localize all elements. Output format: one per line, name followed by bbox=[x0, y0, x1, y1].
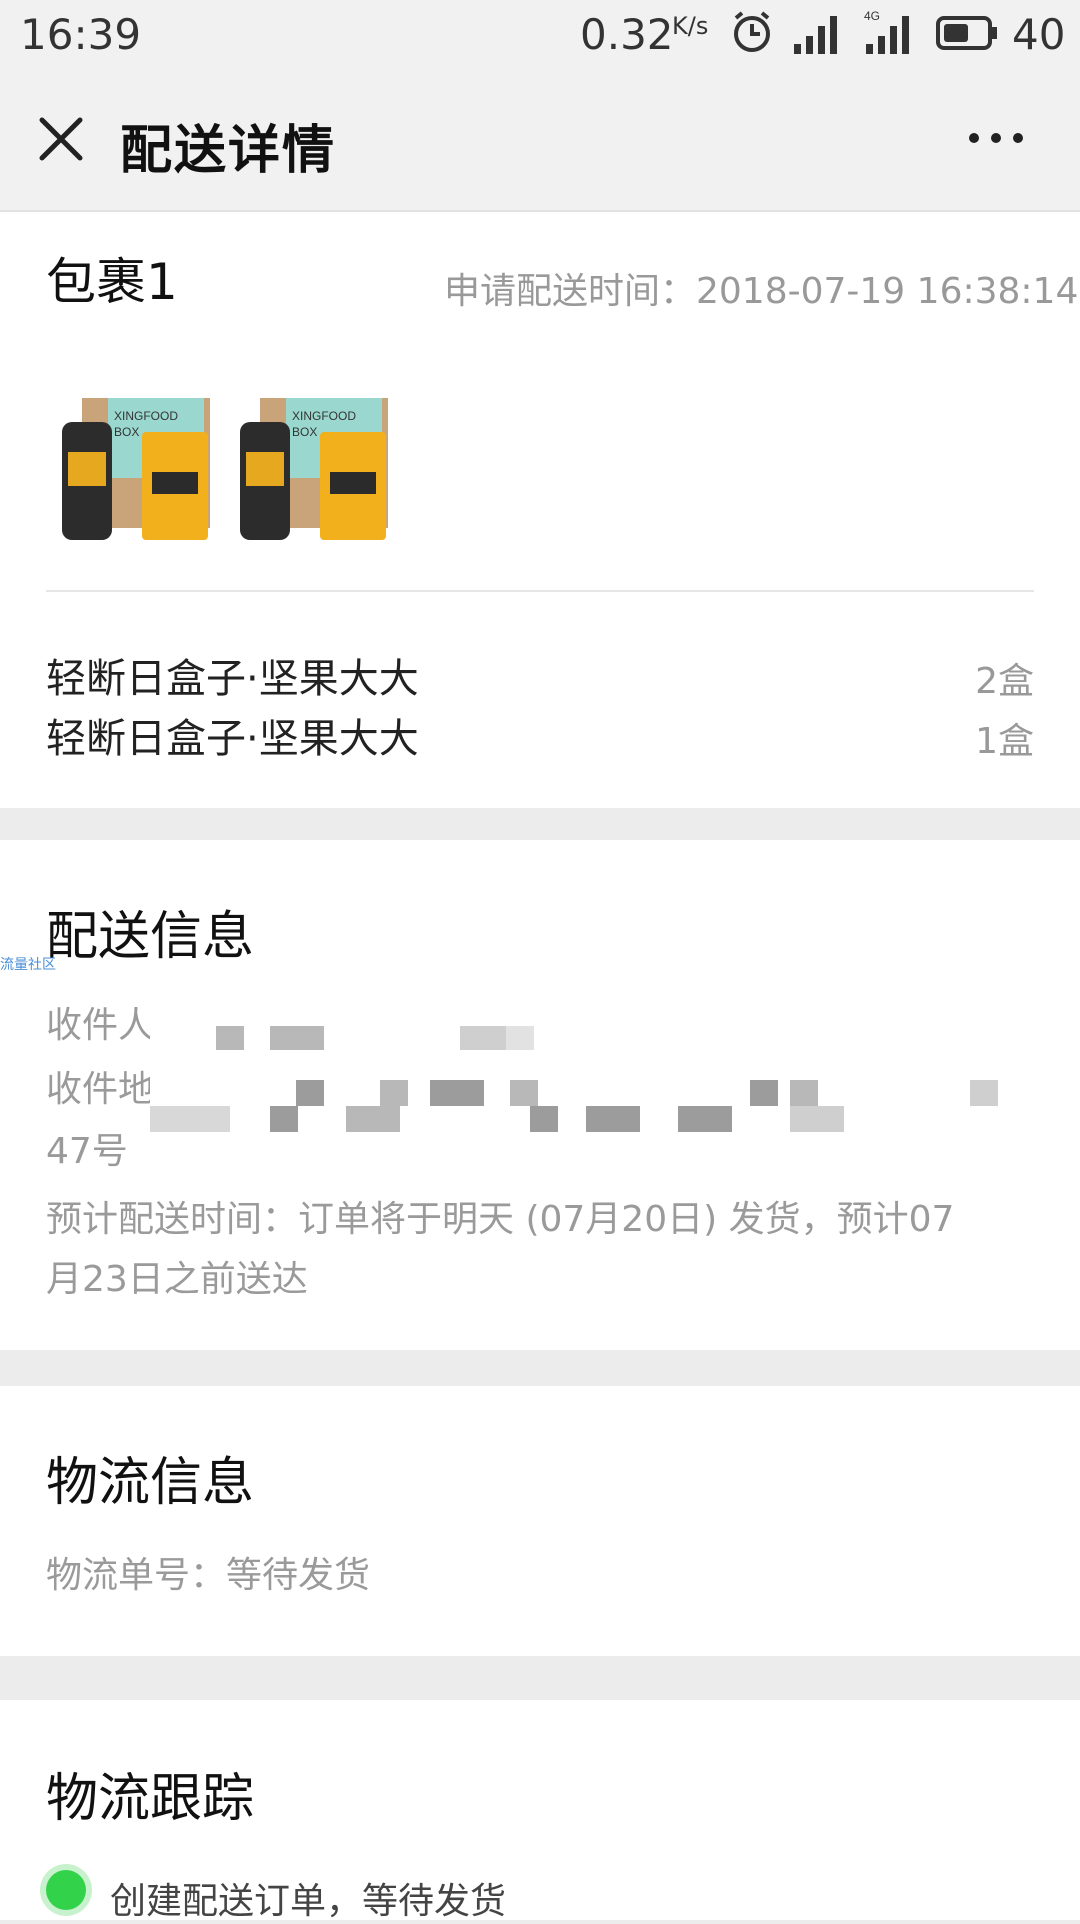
svg-text:BOX: BOX bbox=[114, 425, 139, 439]
item-quantity: 1盒 bbox=[975, 721, 1034, 762]
page-title: 配送详情 bbox=[120, 121, 337, 181]
item-name: 轻断日盒子·坚果大大 bbox=[46, 656, 419, 702]
item-name: 轻断日盒子·坚果大大 bbox=[46, 716, 419, 762]
product-image[interactable]: XINGFOOD BOX bbox=[56, 392, 224, 544]
4g-signal-icon: 4G bbox=[864, 10, 909, 54]
svg-text:BOX: BOX bbox=[292, 425, 317, 439]
svg-text:XINGFOOD: XINGFOOD bbox=[114, 409, 178, 423]
logistics-card bbox=[0, 1386, 1080, 1656]
item-quantity: 2盒 bbox=[975, 661, 1034, 702]
tracking-section-title: 物流跟踪 bbox=[46, 1769, 255, 1829]
delivery-estimate-line2: 月23日之前送达 bbox=[46, 1259, 308, 1300]
status-bar bbox=[0, 0, 1080, 68]
watermark-text: 流量社区 bbox=[0, 957, 56, 973]
address-tail: 47号 bbox=[46, 1131, 128, 1172]
tracking-number: 物流单号：等待发货 bbox=[46, 1555, 371, 1596]
redacted-personal-info bbox=[150, 1010, 1030, 1160]
apply-time: 申请配送时间：2018-07-19 16:38:14 bbox=[444, 271, 1079, 312]
alarm-icon bbox=[734, 11, 770, 52]
product-image[interactable]: XINGFOOD BOX bbox=[234, 392, 402, 544]
status-dot-icon bbox=[46, 1870, 86, 1910]
package-title: 包裹1 bbox=[46, 253, 178, 311]
battery-percent: 40 bbox=[1012, 10, 1066, 59]
divider bbox=[46, 590, 1034, 592]
svg-text:4G: 4G bbox=[864, 10, 880, 23]
battery-icon bbox=[936, 16, 997, 50]
network-speed-unit: K/s bbox=[672, 12, 709, 40]
more-icon[interactable] bbox=[966, 130, 1026, 146]
delivery-section-title: 配送信息 bbox=[46, 907, 255, 967]
tracking-event: 创建配送订单，等待发货 bbox=[110, 1881, 507, 1922]
delivery-estimate: 预计配送时间：订单将于明天 (07月20日) 发货，预计07 bbox=[46, 1199, 955, 1240]
svg-text:XINGFOOD: XINGFOOD bbox=[292, 409, 356, 423]
network-speed: 0.32 bbox=[580, 10, 674, 59]
logistics-section-title: 物流信息 bbox=[46, 1453, 255, 1513]
recipient-label: 收件人 bbox=[46, 1005, 155, 1046]
signal-icon bbox=[794, 16, 837, 54]
status-time: 16:39 bbox=[20, 10, 142, 59]
close-icon[interactable] bbox=[36, 114, 86, 164]
